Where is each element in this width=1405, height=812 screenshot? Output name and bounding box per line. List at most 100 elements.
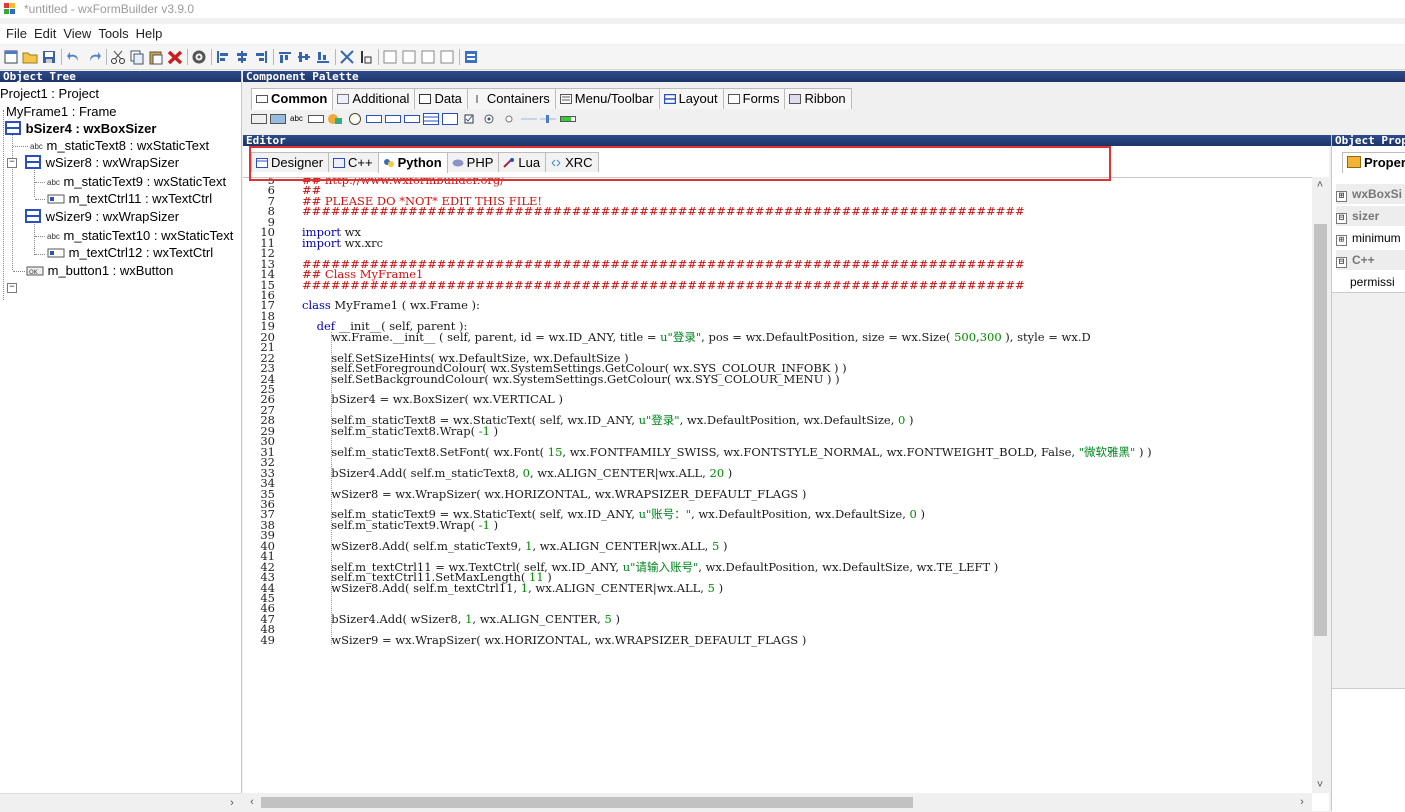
wxfb-icon[interactable] <box>463 49 479 65</box>
tree-item-frame[interactable]: MyFrame1 : Frame <box>6 103 117 120</box>
redo-icon[interactable] <box>86 49 102 65</box>
code-line: 44 wSizer8.Add( self.m_textCtrl11, 1, wx… <box>243 582 1312 594</box>
stretch-icon[interactable] <box>358 49 374 65</box>
property-category[interactable]: ⊞ wxBoxSi <box>1336 184 1405 204</box>
align-center-icon[interactable] <box>234 49 250 65</box>
editor-horizontal-scrollbar[interactable]: ‹ › <box>243 793 1312 811</box>
paste-icon[interactable] <box>148 49 164 65</box>
delete-icon[interactable] <box>167 49 183 65</box>
wxcombobox-icon[interactable] <box>347 113 363 125</box>
collapse-wsizer8-icon[interactable]: − <box>7 158 17 168</box>
tree-item-wsizer8[interactable]: wSizer8 : wxWrapSizer <box>24 154 179 171</box>
scroll-left-icon[interactable]: ‹ <box>244 794 260 810</box>
property-row[interactable]: permissi <box>1336 272 1405 292</box>
wxstaticline-icon[interactable] <box>521 113 537 125</box>
scroll-up-icon[interactable]: ˄ <box>1312 177 1328 193</box>
wxcheckbox-icon[interactable] <box>462 113 478 125</box>
palette-tab-common[interactable]: Common <box>251 88 334 110</box>
wxgrid-icon[interactable] <box>423 113 439 125</box>
toolbar-separator <box>378 49 379 65</box>
tree-item-textctrl11[interactable]: m_textCtrl11 : wxTextCtrl <box>47 190 212 207</box>
open-folder-icon[interactable] <box>22 49 38 65</box>
tree-item-bsizer4[interactable]: bSizer4 : wxBoxSizer <box>4 120 156 137</box>
toolbar-separator <box>459 49 460 65</box>
new-file-icon[interactable] <box>3 49 19 65</box>
palette-tab-forms[interactable]: Forms <box>722 88 786 109</box>
wxbitmapbutton-icon[interactable] <box>270 113 286 125</box>
menu-edit[interactable]: Edit <box>34 24 56 44</box>
tree-item-wsizer9[interactable]: wSizer9 : wxWrapSizer <box>24 208 179 225</box>
scroll-thumb[interactable] <box>1314 224 1327 636</box>
tree-item-button1[interactable]: OK m_button1 : wxButton <box>26 262 173 279</box>
border-right-icon[interactable] <box>401 49 417 65</box>
tree-item-textctrl12[interactable]: m_textCtrl12 : wxTextCtrl <box>47 244 213 261</box>
align-top-icon[interactable] <box>277 49 293 65</box>
wxgauge-icon[interactable] <box>560 113 576 125</box>
menu-help[interactable]: Help <box>136 24 163 44</box>
code-line: 29 self.m_staticText8.Wrap( -1 ) <box>243 425 1312 437</box>
tree-item-statictext10[interactable]: abc m_staticText10 : wxStaticText <box>47 227 233 244</box>
save-icon[interactable] <box>41 49 57 65</box>
palette-tab-menu-toolbar[interactable]: Menu/Toolbar <box>554 88 660 109</box>
scroll-down-icon[interactable]: ˅ <box>1312 777 1328 793</box>
palette-tab-data[interactable]: Data <box>414 88 468 109</box>
generate-code-icon[interactable] <box>191 49 207 65</box>
cut-icon[interactable] <box>110 49 126 65</box>
scroll-right-icon[interactable]: › <box>224 795 240 811</box>
border-bottom-icon[interactable] <box>439 49 455 65</box>
menu-tools[interactable]: Tools <box>98 24 128 44</box>
palette-tab-ribbon[interactable]: Ribbon <box>784 88 852 109</box>
copy-icon[interactable] <box>129 49 145 65</box>
expand-icon[interactable] <box>339 49 355 65</box>
properties-icon <box>1347 156 1361 168</box>
wxradiobutton2-icon[interactable] <box>501 113 517 125</box>
wxradiobutton-icon[interactable] <box>481 113 497 125</box>
palette-tab-layout[interactable]: Layout <box>658 88 724 109</box>
wxbutton-icon[interactable] <box>251 113 267 125</box>
component-palette: Component Palette Common Additional Data Co… <box>243 71 1405 134</box>
wxlistctrl-icon[interactable] <box>404 113 420 125</box>
wxradiobox-icon[interactable] <box>442 113 458 125</box>
align-bottom-icon[interactable] <box>315 49 331 65</box>
code-line: 17 class MyFrame1 ( wx.Frame ): <box>243 300 1312 312</box>
line-number: 49 <box>260 632 275 647</box>
code-line: 10 import wx <box>243 227 1312 239</box>
scroll-thumb[interactable] <box>261 797 913 808</box>
code-text: wSizer8.Add( self.m_staticText9, 1, wx.A… <box>302 538 728 553</box>
scroll-right-icon[interactable]: › <box>1294 794 1310 810</box>
code-line: 9 <box>243 216 1312 228</box>
property-category[interactable]: ⊟ sizer <box>1336 206 1405 226</box>
align-middle-icon[interactable] <box>296 49 312 65</box>
code-line: 47 bSizer4.Add( wSizer8, 1, wx.ALIGN_CEN… <box>243 613 1312 625</box>
tree-hscrollbar[interactable]: › <box>0 793 241 812</box>
property-row[interactable]: ⊞ minimum <box>1336 228 1405 248</box>
collapse-wsizer9-icon[interactable]: − <box>7 283 17 293</box>
menu-file[interactable]: File <box>6 24 27 44</box>
wxtextctrl-icon[interactable] <box>308 113 324 125</box>
menu-view[interactable]: View <box>63 24 91 44</box>
wxstaticbitmap-icon[interactable] <box>327 113 343 125</box>
tab-properties[interactable]: Propert <box>1342 152 1405 173</box>
code-editor[interactable]: 5 ## http://www.wxformbuilder.org/6 ## 7 ## … <box>243 177 1312 794</box>
wxlistbox-icon[interactable] <box>385 113 401 125</box>
tree-item-project[interactable]: Project1 : Project <box>0 85 99 102</box>
additional-icon <box>337 90 350 104</box>
property-category[interactable]: ⊟ C++ <box>1336 250 1405 270</box>
palette-tab-additional[interactable]: Additional <box>332 88 416 109</box>
border-left-icon[interactable] <box>382 49 398 65</box>
undo-icon[interactable] <box>66 49 82 65</box>
wxstatictext-icon[interactable]: abc <box>290 113 303 125</box>
align-right-icon[interactable] <box>253 49 269 65</box>
border-top-icon[interactable] <box>420 49 436 65</box>
editor-vertical-scrollbar[interactable]: ˄ ˅ <box>1312 177 1329 793</box>
ribbon-icon <box>789 90 802 104</box>
align-left-icon[interactable] <box>215 49 231 65</box>
wxchoice-icon[interactable] <box>366 113 382 125</box>
tree-item-statictext8[interactable]: abc m_staticText8 : wxStaticText <box>30 137 209 154</box>
forms-icon <box>727 90 740 104</box>
code-text: bSizer4 = wx.BoxSizer( wx.VERTICAL ) <box>302 392 563 407</box>
palette-tab-containers[interactable]: Containers <box>466 88 556 109</box>
wxslider-icon[interactable] <box>540 113 556 125</box>
tree-connector <box>35 254 45 255</box>
tree-item-statictext9[interactable]: abc m_staticText9 : wxStaticText <box>47 173 226 190</box>
